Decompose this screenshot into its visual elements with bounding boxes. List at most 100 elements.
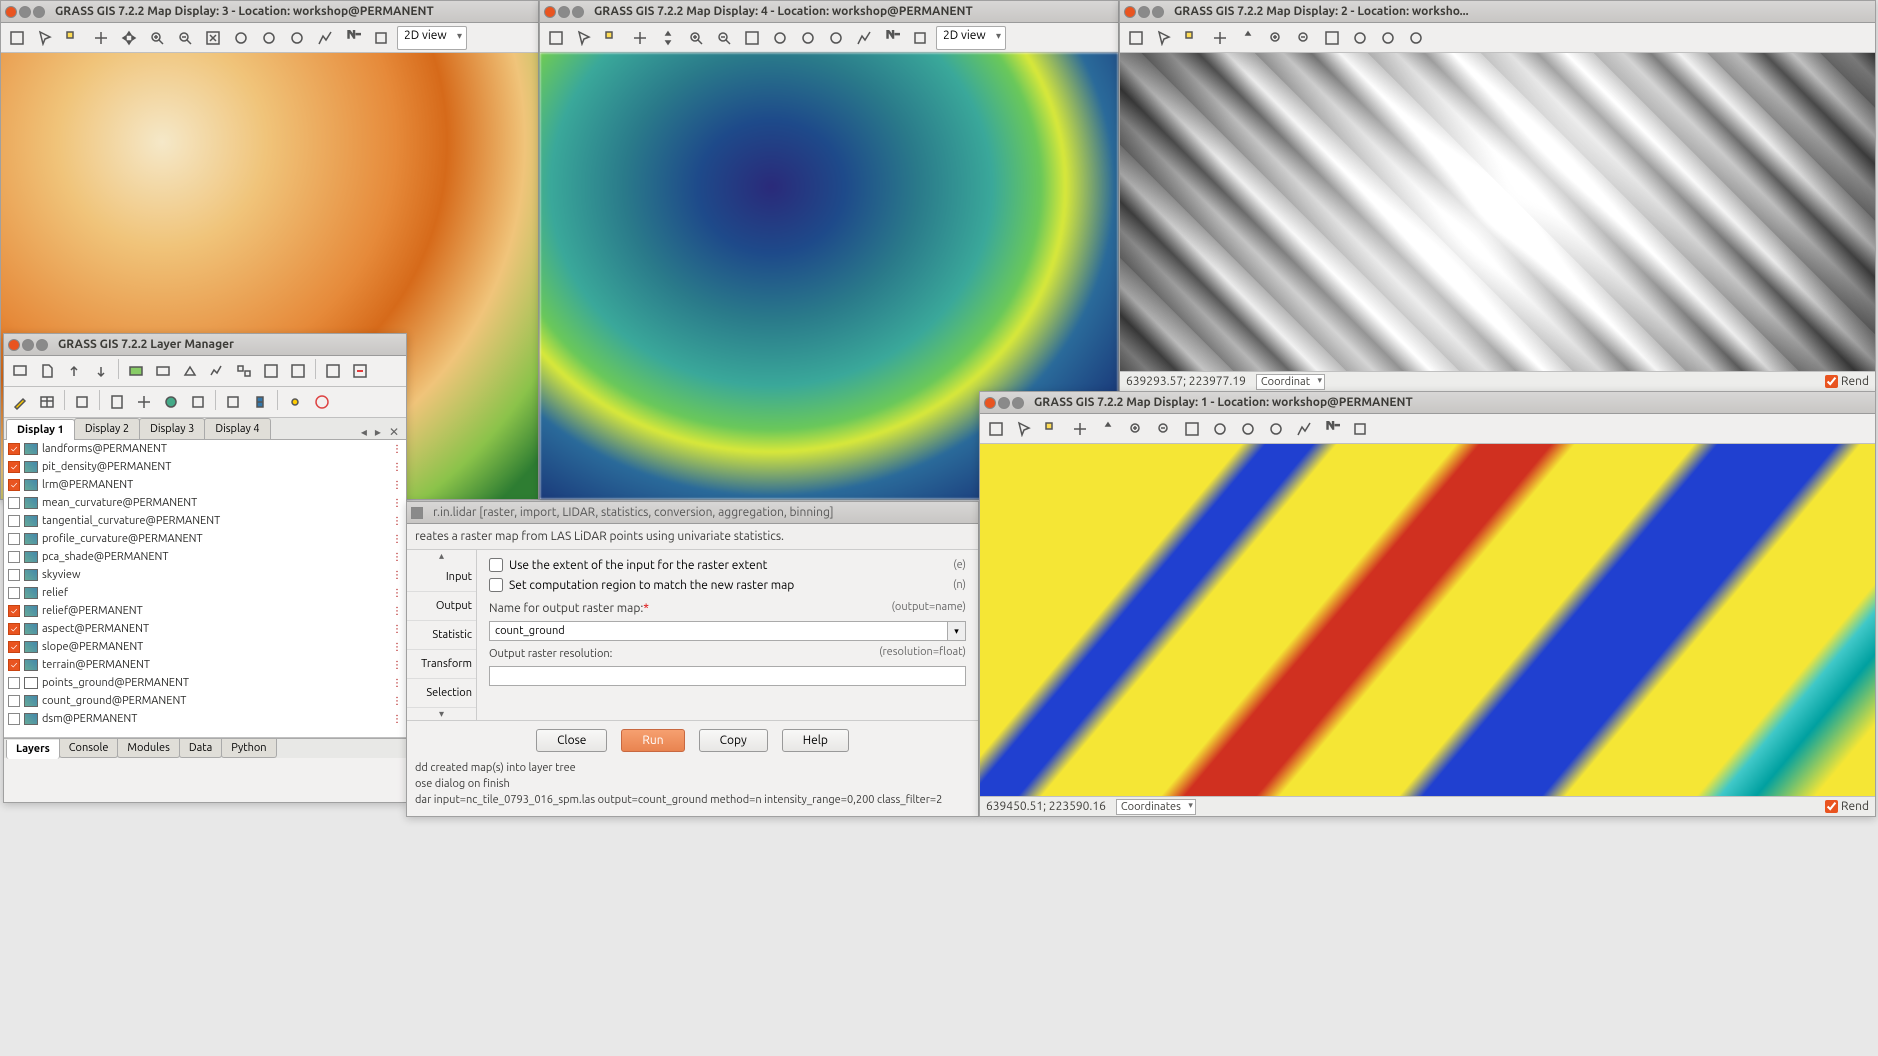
map-canvas[interactable] (1120, 53, 1875, 371)
add-vector-icon[interactable] (178, 359, 202, 383)
status-mode-dropdown[interactable]: Coordinat (1256, 374, 1325, 390)
output-dropdown-icon[interactable]: ▾ (948, 621, 966, 641)
zoom-extent-icon[interactable] (740, 26, 764, 50)
run-button[interactable]: Run (621, 729, 684, 752)
view-mode-dropdown[interactable]: 2D view (936, 26, 1006, 50)
copy-button[interactable]: Copy (699, 729, 768, 752)
view-mode-dropdown[interactable]: 2D view (397, 26, 467, 50)
add-overlay-icon[interactable] (205, 359, 229, 383)
script-icon[interactable] (221, 390, 245, 414)
pan-icon[interactable] (1096, 417, 1120, 441)
pan-icon[interactable] (1236, 26, 1260, 50)
layer-row[interactable]: relief⋮ (4, 584, 406, 602)
zoom-saved-icon[interactable] (285, 26, 309, 50)
display-tab[interactable]: Display 4 (204, 418, 270, 439)
render-icon[interactable] (5, 26, 29, 50)
zoom-extent-icon[interactable] (1320, 26, 1344, 50)
layer-menu-icon[interactable]: ⋮ (392, 551, 402, 563)
overlay-icon[interactable]: N→ (341, 26, 365, 50)
help-icon[interactable] (310, 390, 334, 414)
layer-checkbox[interactable] (8, 479, 20, 491)
query-icon[interactable] (1040, 417, 1064, 441)
minimize-icon[interactable] (22, 339, 34, 351)
layer-row[interactable]: count_ground@PERMANENT⋮ (4, 692, 406, 710)
select-icon[interactable] (1068, 417, 1092, 441)
zoom-in-icon[interactable] (145, 26, 169, 50)
zoom-saved-icon[interactable] (824, 26, 848, 50)
select-icon[interactable] (89, 26, 113, 50)
table-icon[interactable] (35, 390, 59, 414)
layer-menu-icon[interactable]: ⋮ (392, 605, 402, 617)
overlay-icon[interactable]: N→ (880, 26, 904, 50)
pointer-icon[interactable] (1152, 26, 1176, 50)
zoom-layer-icon[interactable] (1348, 26, 1372, 50)
display-tab[interactable]: Display 1 (6, 419, 75, 440)
layer-row[interactable]: aspect@PERMANENT⋮ (4, 620, 406, 638)
layer-row[interactable]: points_ground@PERMANENT⋮ (4, 674, 406, 692)
add-labels-icon[interactable] (286, 359, 310, 383)
analyze-icon[interactable] (313, 26, 337, 50)
calc-icon[interactable] (105, 390, 129, 414)
layer-checkbox[interactable] (8, 695, 20, 707)
zoom-layer-icon[interactable] (768, 26, 792, 50)
zoom-region-icon[interactable] (1236, 417, 1260, 441)
zoom-in-icon[interactable] (684, 26, 708, 50)
dialog-side-tab[interactable]: Output (407, 592, 476, 621)
layer-row[interactable]: pit_density@PERMANENT⋮ (4, 458, 406, 476)
output-map-input[interactable] (489, 621, 948, 641)
layer-checkbox[interactable] (8, 533, 20, 545)
scroll-up-icon[interactable]: ▴ (407, 550, 476, 563)
add-raster-icon[interactable] (124, 359, 148, 383)
maximize-icon[interactable] (36, 339, 48, 351)
tab-close-icon[interactable]: ✕ (386, 425, 402, 439)
zoom-saved-icon[interactable] (1264, 417, 1288, 441)
layer-menu-icon[interactable]: ⋮ (392, 515, 402, 527)
layer-checkbox[interactable] (8, 659, 20, 671)
zoom-out-icon[interactable] (1292, 26, 1316, 50)
save-display-icon[interactable] (369, 26, 393, 50)
layer-menu-icon[interactable]: ⋮ (392, 587, 402, 599)
composer-icon[interactable] (186, 390, 210, 414)
layer-checkbox[interactable] (8, 605, 20, 617)
status-mode-dropdown[interactable]: Coordinates (1116, 799, 1196, 815)
zoom-region-icon[interactable] (1376, 26, 1400, 50)
analyze-icon[interactable] (852, 26, 876, 50)
layer-row[interactable]: dsm@PERMANENT⋮ (4, 710, 406, 728)
close-icon[interactable] (984, 397, 996, 409)
save-display-icon[interactable] (1348, 417, 1372, 441)
layer-menu-icon[interactable]: ⋮ (392, 623, 402, 635)
zoom-out-icon[interactable] (173, 26, 197, 50)
zoom-in-icon[interactable] (1264, 26, 1288, 50)
pointer-icon[interactable] (1012, 417, 1036, 441)
close-icon[interactable] (1124, 6, 1136, 18)
layer-checkbox[interactable] (8, 497, 20, 509)
layer-checkbox[interactable] (8, 569, 20, 581)
layer-checkbox[interactable] (8, 551, 20, 563)
georectify-icon[interactable] (132, 390, 156, 414)
layer-menu-icon[interactable]: ⋮ (392, 695, 402, 707)
layer-row[interactable]: mean_curvature@PERMANENT⋮ (4, 494, 406, 512)
select-icon[interactable] (628, 26, 652, 50)
layer-row[interactable]: pca_shade@PERMANENT⋮ (4, 548, 406, 566)
python-icon[interactable] (248, 390, 272, 414)
zoom-out-icon[interactable] (712, 26, 736, 50)
new-display-icon[interactable] (8, 359, 32, 383)
scroll-down-icon[interactable]: ▾ (407, 708, 476, 721)
layer-row[interactable]: terrain@PERMANENT⋮ (4, 656, 406, 674)
layer-menu-icon[interactable]: ⋮ (392, 713, 402, 725)
minimize-icon[interactable] (1138, 6, 1150, 18)
use-extent-checkbox[interactable] (489, 558, 503, 572)
maximize-icon[interactable] (33, 6, 45, 18)
display-tab[interactable]: Display 2 (74, 418, 140, 439)
select-icon[interactable] (1208, 26, 1232, 50)
add-grid-icon[interactable] (259, 359, 283, 383)
close-icon[interactable] (8, 339, 20, 351)
layer-row[interactable]: relief@PERMANENT⋮ (4, 602, 406, 620)
dialog-side-tab[interactable]: Statistic (407, 621, 476, 650)
layer-checkbox[interactable] (8, 713, 20, 725)
zoom-layer-icon[interactable] (1208, 417, 1232, 441)
zoom-extent-icon[interactable] (201, 26, 225, 50)
display-tab[interactable]: Display 3 (139, 418, 205, 439)
layer-checkbox[interactable] (8, 461, 20, 473)
resolution-input[interactable] (489, 666, 966, 686)
